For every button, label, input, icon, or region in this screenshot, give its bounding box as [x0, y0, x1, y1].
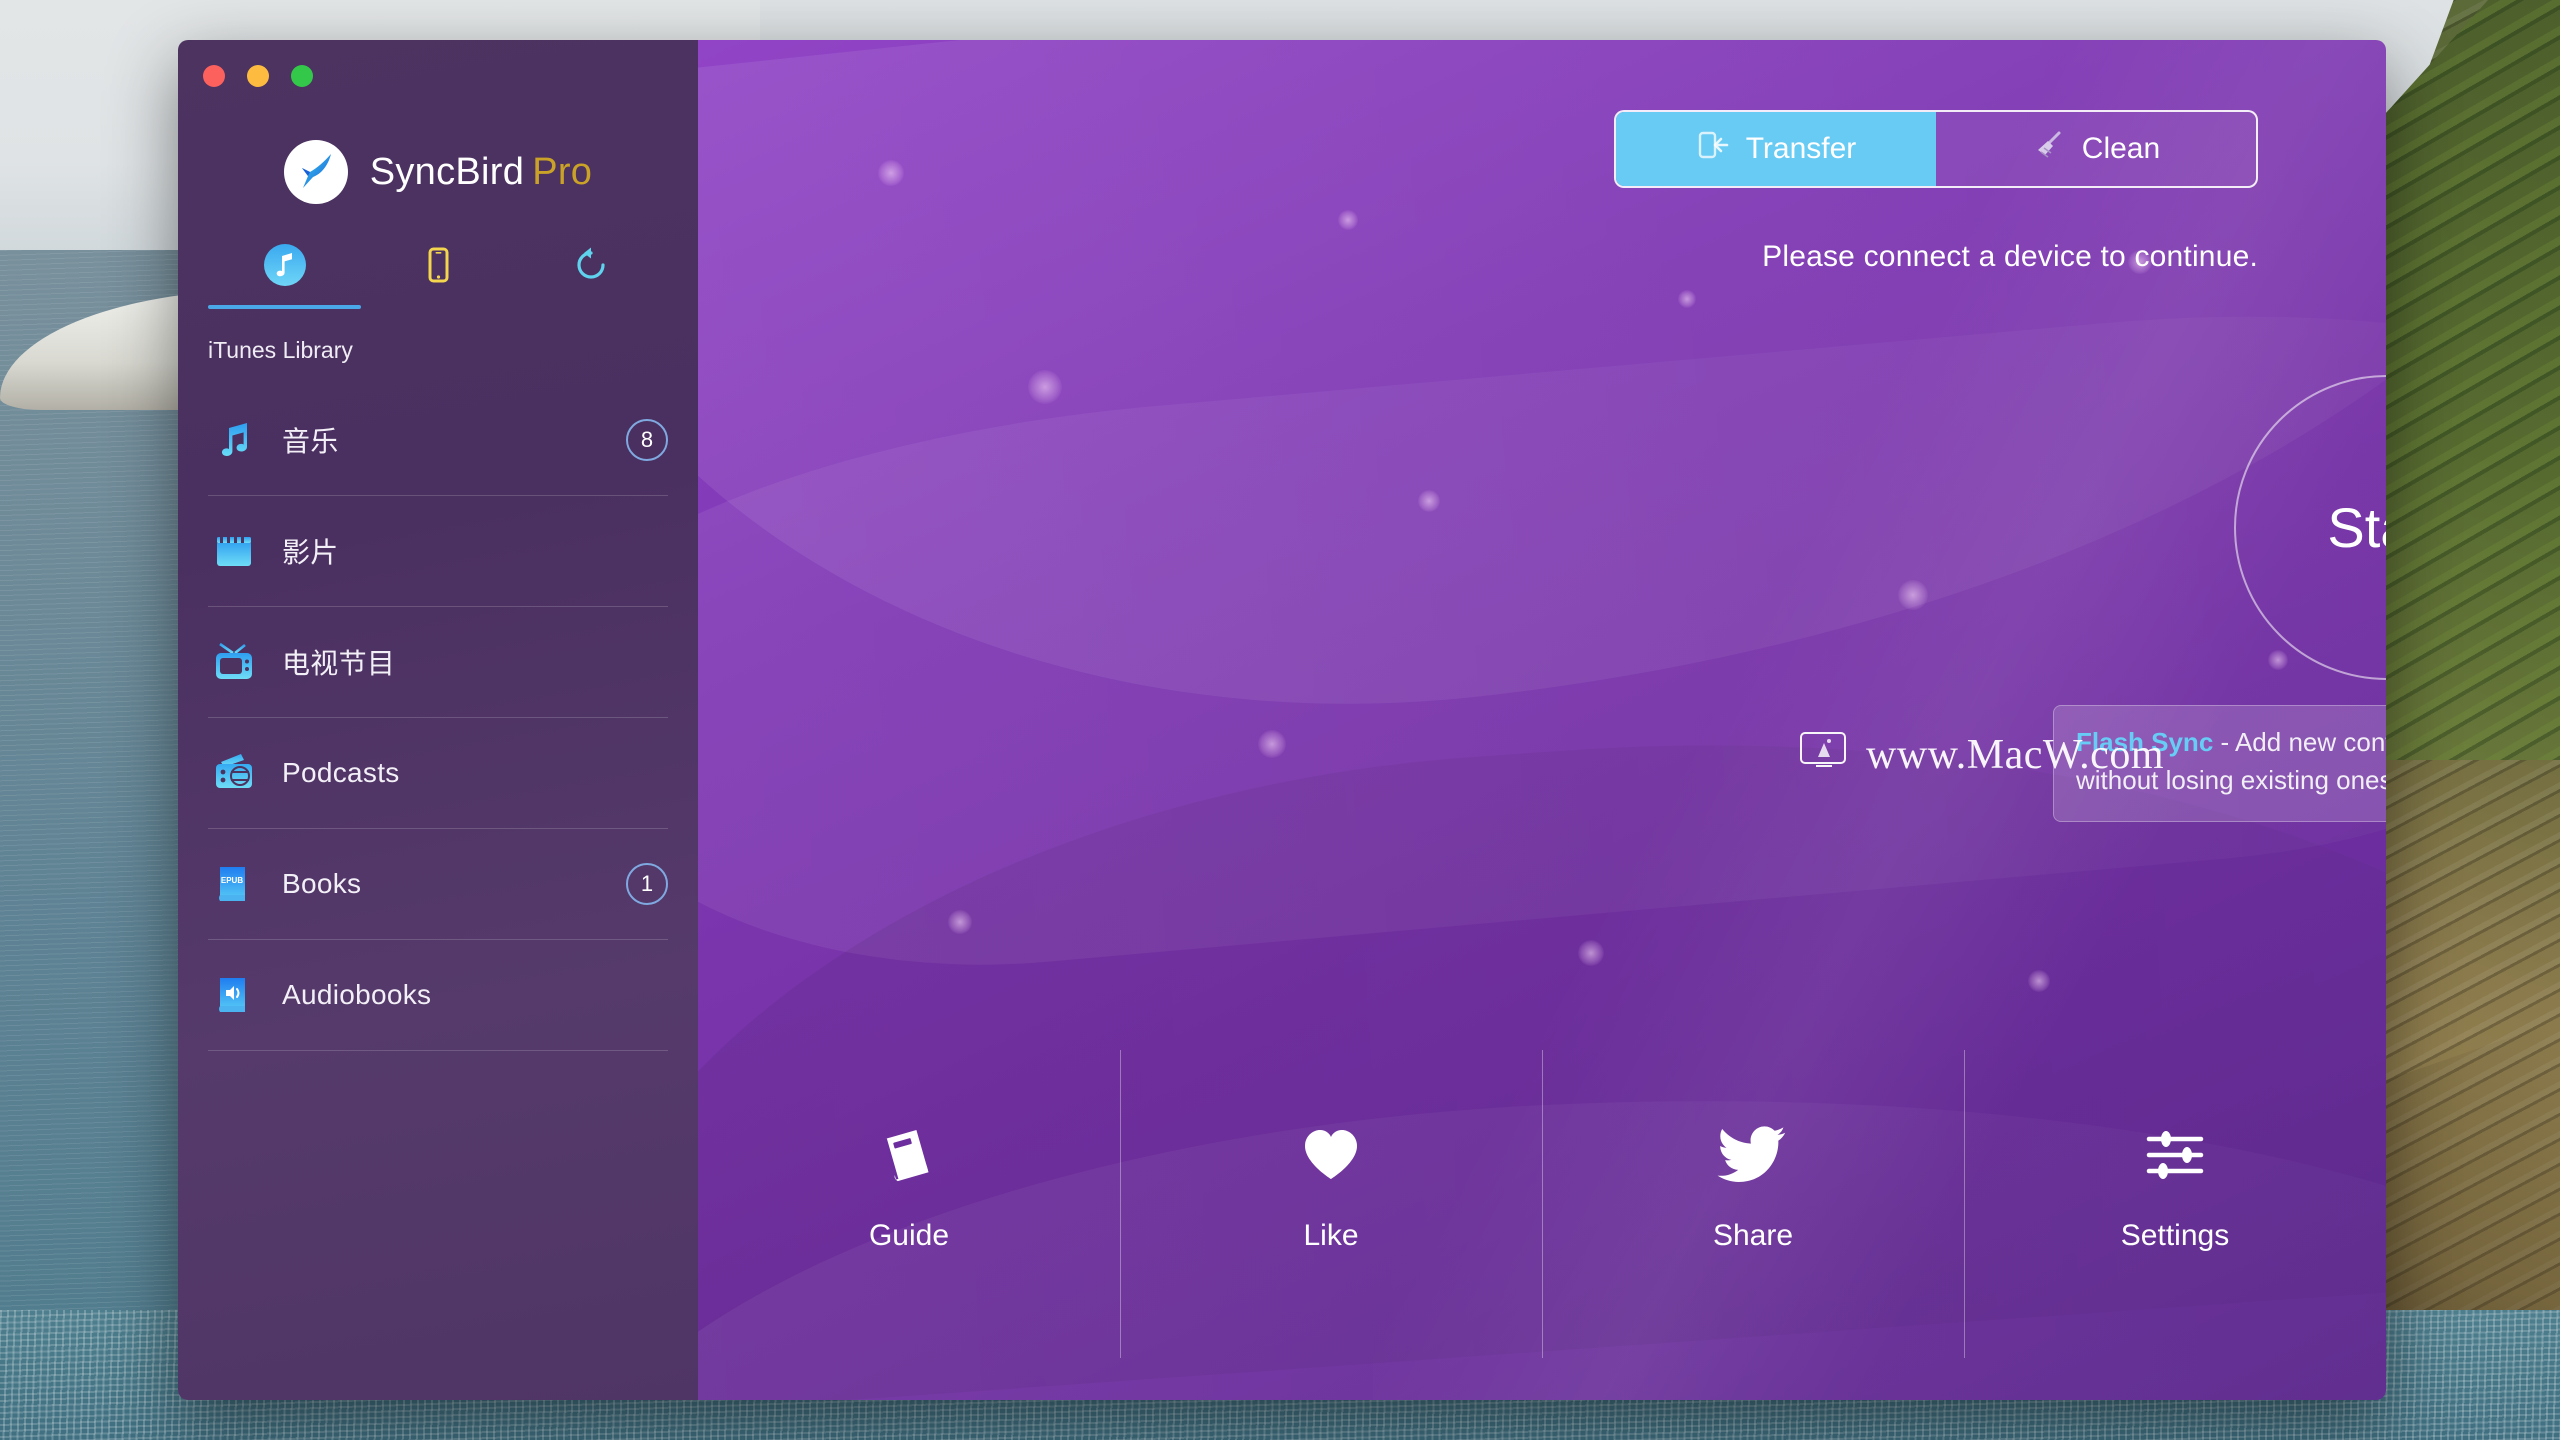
guide-label: Guide — [868, 1219, 950, 1252]
decor-bokeh — [878, 160, 904, 186]
sliders-icon — [2139, 1095, 2211, 1191]
like-label: Like — [1303, 1219, 1359, 1252]
sidebar-item-label: 音乐 — [282, 426, 339, 457]
decor-bokeh — [1028, 370, 1062, 404]
iphone-device-icon — [414, 235, 462, 295]
app-title-main: SyncBird — [369, 150, 525, 193]
window-traffic-lights — [203, 65, 313, 87]
sidebar-item-label: Audiobooks — [282, 979, 432, 1010]
tab-inactive-indicator — [361, 305, 514, 309]
sidebar-item-books[interactable]: EPUB Books 1 — [208, 829, 668, 940]
transfer-tab[interactable]: Transfer — [1616, 112, 1936, 186]
tab-inactive-indicator — [515, 305, 668, 309]
heart-icon — [1295, 1095, 1367, 1191]
maximize-icon[interactable] — [291, 65, 313, 87]
tab-restore[interactable] — [515, 235, 668, 309]
decor-bokeh — [2268, 650, 2288, 670]
book-icon — [873, 1095, 945, 1191]
share-label: Share — [1712, 1219, 1794, 1252]
syncbird-window: SyncBird Pro iTunes Library 音乐 8 影片 电视节目… — [178, 40, 2386, 1400]
monitor-watermark-icon — [1798, 730, 1850, 779]
sidebar-library-list: 音乐 8 影片 电视节目 Podcasts EPUB Books 1 Audio… — [208, 385, 668, 1051]
decor-bokeh — [2028, 970, 2050, 992]
app-title: SyncBird Pro — [370, 151, 593, 194]
sidebar-item-movies[interactable]: 影片 — [208, 496, 668, 607]
mode-segmented-control: Transfer Clean — [1614, 110, 2258, 188]
sidebar-item-tvshows[interactable]: 电视节目 — [208, 607, 668, 718]
close-icon[interactable] — [203, 65, 225, 87]
main-panel: Transfer Clean Please connect a device t… — [698, 40, 2386, 1400]
twitter-bird-icon — [1714, 1095, 1792, 1191]
epub-book-icon: EPUB — [208, 858, 260, 910]
sidebar: SyncBird Pro iTunes Library 音乐 8 影片 电视节目… — [178, 40, 698, 1400]
clean-tab[interactable]: Clean — [1936, 112, 2256, 186]
decor-bokeh — [1338, 210, 1358, 230]
sidebar-item-label: Books — [282, 868, 362, 899]
sidebar-item-audiobooks[interactable]: Audiobooks — [208, 940, 668, 1051]
like-button[interactable]: Like — [1120, 1050, 1542, 1400]
decor-bokeh — [1258, 730, 1286, 758]
decor-bokeh — [1678, 290, 1696, 308]
decor-bokeh — [1418, 490, 1440, 512]
start-button-label: Start — [2327, 496, 2386, 559]
audiobook-speaker-icon — [208, 969, 260, 1021]
clean-label: Clean — [2081, 132, 2161, 165]
sidebar-item-label: 电视节目 — [282, 648, 396, 679]
status-text: Please connect a device to continue. — [1762, 240, 2258, 273]
sidebar-item-label: Podcasts — [282, 757, 400, 788]
site-watermark: www.MacW.com — [1798, 730, 2164, 779]
sidebar-tabs — [208, 235, 668, 309]
sidebar-item-badge: 8 — [626, 419, 668, 461]
tab-device[interactable] — [361, 235, 514, 309]
restore-rotate-icon — [567, 235, 615, 295]
watermark-text: www.MacW.com — [1866, 731, 2164, 778]
svg-text:EPUB: EPUB — [221, 876, 243, 885]
settings-label: Settings — [2120, 1219, 2230, 1252]
app-brand: SyncBird Pro — [178, 140, 698, 204]
settings-button[interactable]: Settings — [1964, 1050, 2386, 1400]
movie-clapper-icon — [208, 525, 260, 577]
decor-bokeh — [1578, 940, 1604, 966]
itunes-music-note-icon — [261, 235, 309, 295]
music-note-icon — [208, 414, 260, 466]
share-button[interactable]: Share — [1542, 1050, 1964, 1400]
transfer-label: Transfer — [1745, 132, 1857, 165]
active-tab-label: iTunes Library — [208, 337, 353, 363]
guide-button[interactable]: Guide — [698, 1050, 1120, 1400]
podcast-radio-icon — [208, 747, 260, 799]
tab-active-indicator — [208, 305, 362, 309]
decor-bokeh — [1898, 580, 1928, 610]
bottom-action-bar: Guide Like Share Settings — [698, 1050, 2386, 1400]
app-title-suffix: Pro — [532, 150, 593, 193]
sidebar-item-podcasts[interactable]: Podcasts — [208, 718, 668, 829]
start-button[interactable]: Start — [2234, 375, 2386, 680]
sidebar-item-label: 影片 — [282, 537, 339, 568]
broom-icon — [2032, 128, 2066, 170]
transfer-arrow-icon — [1696, 128, 1730, 170]
sidebar-item-badge: 1 — [626, 863, 668, 905]
tv-icon — [208, 636, 260, 688]
minimize-icon[interactable] — [247, 65, 269, 87]
tab-itunes-library[interactable] — [208, 235, 362, 309]
bird-logo-icon — [283, 140, 348, 204]
decor-wave-2 — [698, 271, 2386, 1005]
decor-bokeh — [948, 910, 972, 934]
sidebar-item-music[interactable]: 音乐 8 — [208, 385, 668, 496]
